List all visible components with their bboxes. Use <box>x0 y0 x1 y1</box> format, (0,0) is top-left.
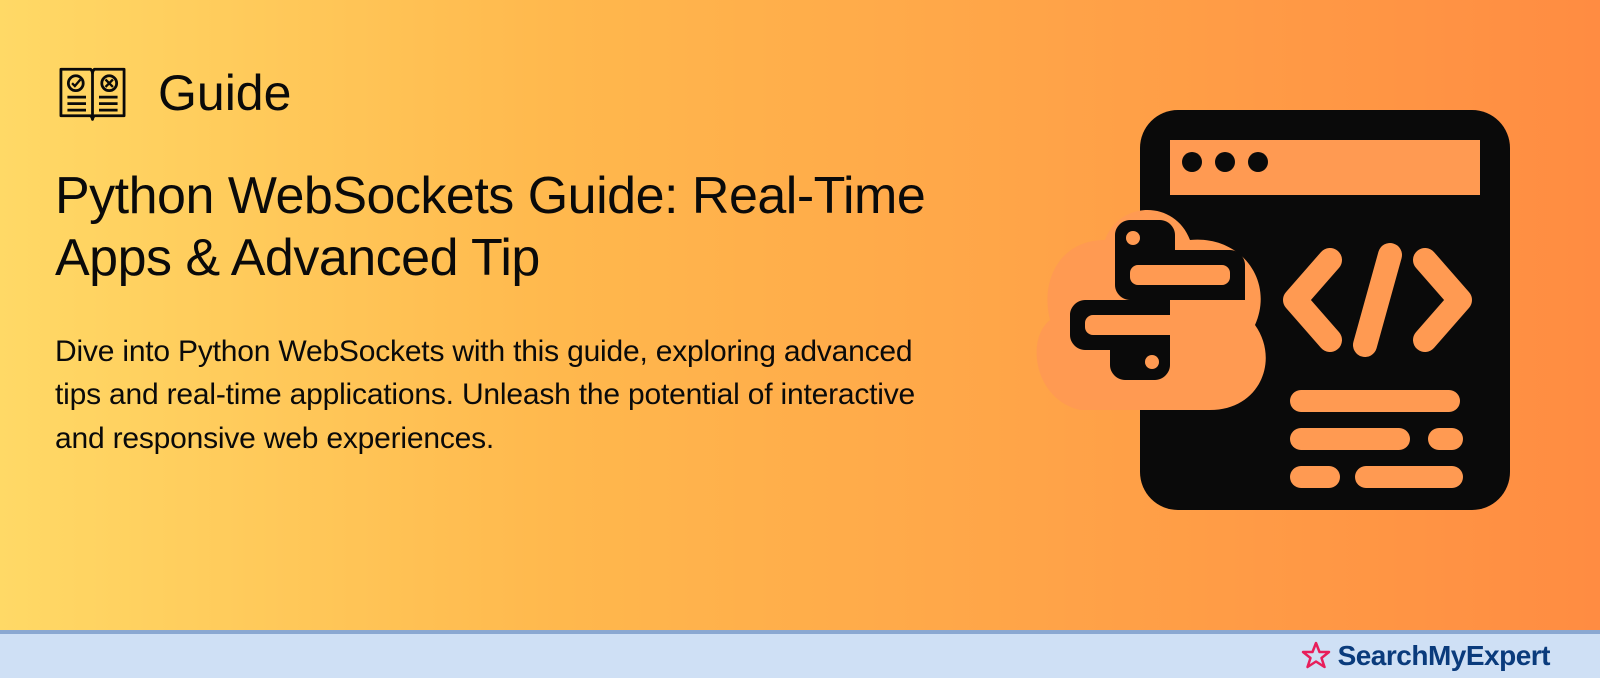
star-icon <box>1301 641 1331 671</box>
brand-name: SearchMyExpert <box>1338 640 1550 672</box>
page-title: Python WebSockets Guide: Real-Time Apps … <box>55 165 935 290</box>
guide-label: Guide <box>158 64 291 122</box>
text-content: Guide Python WebSockets Guide: Real-Time… <box>55 60 935 580</box>
banner-container: Guide Python WebSockets Guide: Real-Time… <box>0 0 1600 630</box>
brand-logo: SearchMyExpert <box>1301 640 1550 672</box>
footer-bar: SearchMyExpert <box>0 630 1600 678</box>
page-description: Dive into Python WebSockets with this gu… <box>55 330 935 461</box>
book-open-icon <box>55 60 130 125</box>
guide-header: Guide <box>55 60 935 125</box>
python-browser-illustration <box>1030 90 1530 550</box>
